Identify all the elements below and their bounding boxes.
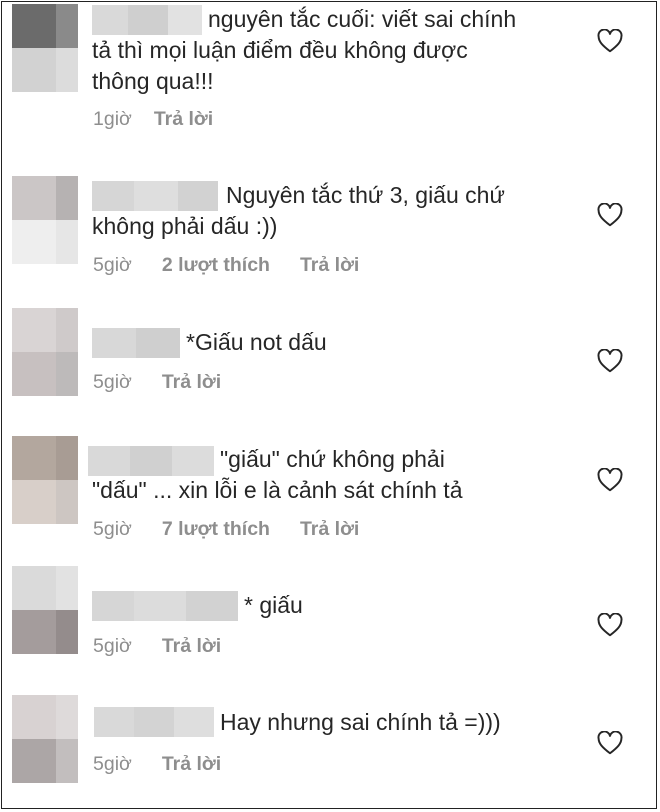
heart-outline-icon[interactable] [597,613,623,637]
comment-meta: 5giờ 7 lượt thích Trả lời [93,518,359,541]
likes-count[interactable]: 2 lượt thích [162,254,270,277]
comment-text: nguyên tắc cuối: viết sai chính tả thì m… [92,6,517,94]
comment-text: "giấu" chứ không phải "dấu" ... xin lỗi … [92,446,463,503]
heart-outline-icon[interactable] [597,203,623,227]
username-blurred[interactable] [92,328,180,358]
comment-time: 5giờ [93,635,132,657]
comment-meta: 5giờ Trả lời [93,635,221,658]
heart-outline-icon[interactable] [597,29,623,53]
comment-text: * giấu [244,592,303,618]
reply-button[interactable]: Trả lời [162,635,221,658]
avatar[interactable] [12,176,78,264]
avatar[interactable] [12,566,78,654]
comment-time: 5giờ [93,254,132,276]
heart-outline-icon[interactable] [597,349,623,373]
comment-time: 5giờ [93,371,132,393]
comment-meta: 5giờ Trả lời [93,753,221,776]
reply-button[interactable]: Trả lời [300,518,359,541]
avatar[interactable] [12,695,78,783]
reply-button[interactable]: Trả lời [162,753,221,776]
reply-button[interactable]: Trả lời [300,254,359,277]
comment-time: 1giờ [93,108,132,130]
comment-text: Nguyên tắc thứ 3, giấu chứ không phải dấ… [92,182,505,239]
comment-meta: 1giờ Trả lời [93,108,213,131]
comment-meta: 5giờ Trả lời [93,371,221,394]
heart-outline-icon[interactable] [597,731,623,755]
heart-outline-icon[interactable] [597,468,623,492]
comment-text: *Giấu not dấu [186,329,327,355]
avatar[interactable] [12,4,78,92]
avatar[interactable] [12,308,78,396]
comment-text: Hay nhưng sai chính tả =))) [220,709,501,735]
comment-time: 5giờ [93,753,132,775]
comment-meta: 5giờ 2 lượt thích Trả lời [93,254,359,277]
reply-button[interactable]: Trả lời [162,371,221,394]
avatar[interactable] [12,436,78,524]
likes-count[interactable]: 7 lượt thích [162,518,270,541]
username-blurred[interactable] [94,707,214,737]
username-blurred[interactable] [92,591,238,621]
comment-time: 5giờ [93,518,132,540]
reply-button[interactable]: Trả lời [154,108,213,131]
